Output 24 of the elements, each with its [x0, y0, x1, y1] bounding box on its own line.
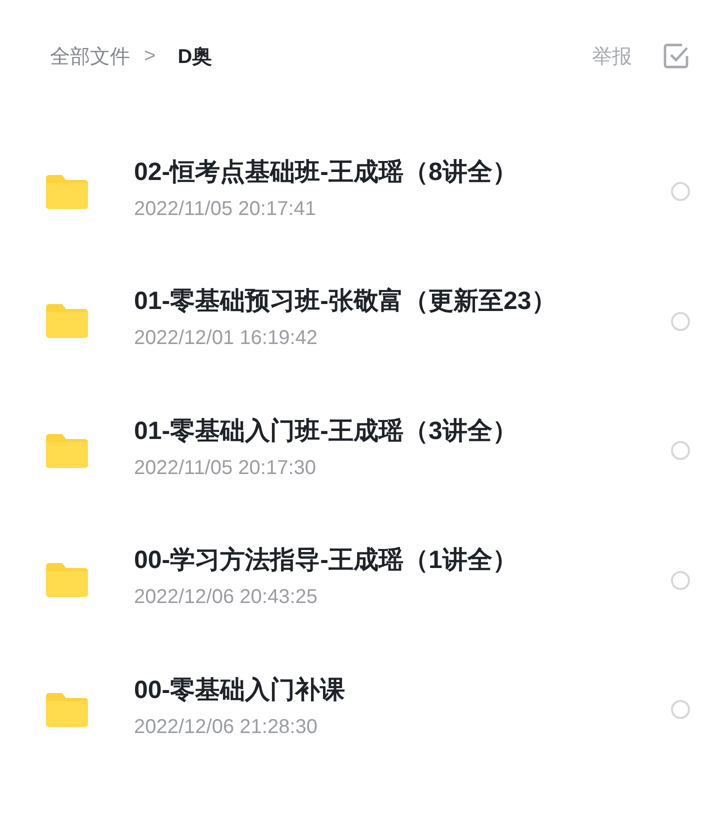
select-radio[interactable]	[671, 441, 690, 460]
folder-name[interactable]: 01-零基础入门班-王成瑶（3讲全）	[134, 414, 671, 447]
breadcrumb-separator: >	[144, 44, 156, 68]
modified-date: 2022/11/05 20:17:30	[134, 456, 318, 480]
select-radio[interactable]	[671, 570, 690, 590]
folder-icon	[46, 302, 88, 338]
current-folder-title: D奥	[178, 44, 212, 70]
folder-name[interactable]: 01-零基础预习班-张敬富（更新至23）	[134, 284, 671, 318]
folder-icon	[46, 432, 88, 468]
checkbox-icon[interactable]	[662, 42, 690, 70]
select-radio[interactable]	[671, 700, 690, 720]
modified-date: 2022/12/06 20:43:25	[134, 586, 319, 610]
folder-name[interactable]: 00-零基础入门补课	[134, 672, 671, 706]
select-radio[interactable]	[671, 182, 690, 202]
folder-icon	[46, 172, 88, 209]
folder-icon	[46, 690, 88, 727]
breadcrumb-link[interactable]: 全部文件	[50, 42, 130, 70]
modified-date: 2022/12/06 21:28:30	[134, 716, 319, 739]
select-radio[interactable]	[671, 312, 690, 331]
folder-name[interactable]: 02-恒考点基础班-王成瑶（8讲全）	[134, 154, 671, 188]
modified-date: 2022/11/05 20:17:41	[134, 198, 318, 221]
folder-icon	[46, 561, 88, 598]
folder-name[interactable]: 00-学习方法指导-王成瑶（1讲全）	[134, 543, 671, 576]
modified-date: 2022/12/01 16:19:42	[134, 327, 319, 350]
